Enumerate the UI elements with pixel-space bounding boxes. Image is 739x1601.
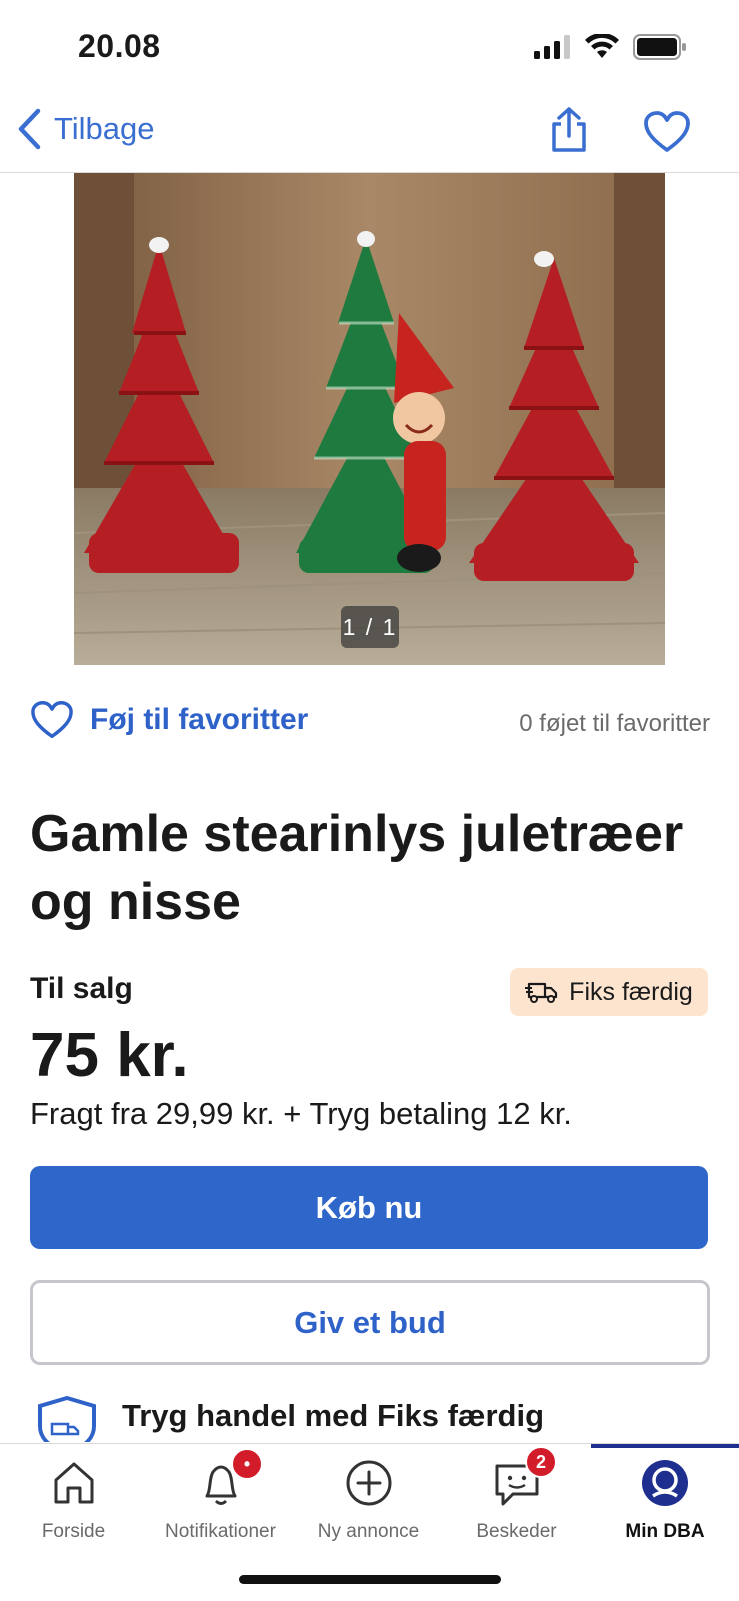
tab-min-dba[interactable]: Min DBA bbox=[591, 1444, 739, 1544]
messages-badge: 2 bbox=[525, 1446, 557, 1478]
tab-label: Notifikationer bbox=[165, 1521, 276, 1542]
sale-type-label: Til salg bbox=[30, 972, 133, 1005]
listing-title: Gamle stearinlys juletræer og nisse bbox=[30, 805, 684, 931]
chevron-left-icon bbox=[18, 108, 41, 150]
badge-label: Fiks færdig bbox=[569, 977, 693, 1006]
delivery-truck-icon bbox=[525, 982, 558, 1003]
shield-truck-icon bbox=[38, 1396, 96, 1442]
tab-notifikationer[interactable]: • Notifikationer bbox=[147, 1444, 294, 1544]
add-to-favorites-button[interactable]: Føj til favoritter bbox=[30, 700, 308, 740]
tab-label: Min DBA bbox=[625, 1521, 705, 1542]
top-nav-bar: Tilbage bbox=[0, 100, 739, 173]
home-icon bbox=[54, 1462, 93, 1504]
image-counter: 1 / 1 bbox=[341, 606, 399, 648]
favorites-label: Føj til favoritter bbox=[90, 703, 309, 736]
tab-label: Forside bbox=[41, 1521, 106, 1542]
profile-icon bbox=[642, 1460, 688, 1506]
product-image[interactable] bbox=[74, 173, 665, 665]
heart-outline-icon bbox=[31, 701, 73, 739]
share-icon[interactable] bbox=[548, 106, 590, 154]
notification-badge: • bbox=[231, 1448, 263, 1480]
tab-forside[interactable]: Forside bbox=[0, 1444, 147, 1544]
status-bar: 20.08 bbox=[0, 0, 739, 100]
shipping-info: Fragt fra 29,99 kr. + Tryg betaling 12 k… bbox=[30, 1096, 572, 1131]
back-button[interactable]: Tilbage bbox=[16, 108, 155, 150]
price: 75 kr. bbox=[30, 1021, 189, 1090]
status-time: 20.08 bbox=[78, 28, 161, 64]
home-indicator bbox=[239, 1575, 501, 1584]
buy-now-button[interactable]: Køb nu bbox=[30, 1166, 708, 1249]
cellular-signal-icon bbox=[534, 35, 570, 59]
trust-heading: Tryg handel med Fiks færdig bbox=[122, 1398, 545, 1433]
wifi-icon bbox=[585, 34, 619, 58]
fiks-faerdig-badge: Fiks færdig bbox=[510, 968, 708, 1016]
battery-icon bbox=[633, 34, 686, 60]
bottom-tab-bar: Forside • Notifikationer Ny annonce 2 Be… bbox=[0, 1443, 739, 1601]
favorites-count: 0 føjet til favoritter bbox=[519, 710, 710, 737]
plus-circle-icon bbox=[346, 1460, 391, 1506]
tab-ny-annonce[interactable]: Ny annonce bbox=[295, 1444, 442, 1544]
favorites-row: Føj til favoritter 0 føjet til favoritte… bbox=[30, 700, 710, 750]
heart-icon[interactable] bbox=[643, 110, 691, 154]
make-offer-button[interactable]: Giv et bud bbox=[30, 1280, 710, 1365]
back-label: Tilbage bbox=[54, 111, 155, 146]
tab-label: Ny annonce bbox=[317, 1521, 420, 1542]
trust-section: Tryg handel med Fiks færdig bbox=[30, 1392, 720, 1442]
tab-beskeder[interactable]: 2 Beskeder bbox=[443, 1444, 590, 1544]
status-icons bbox=[533, 34, 687, 60]
photo-candles bbox=[74, 173, 665, 665]
tab-label: Beskeder bbox=[476, 1521, 557, 1542]
